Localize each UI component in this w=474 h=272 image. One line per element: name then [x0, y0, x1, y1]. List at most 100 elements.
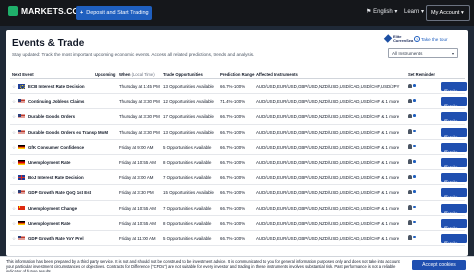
- deposit-button[interactable]: + Deposit and Start Trading: [76, 6, 152, 20]
- language-selector[interactable]: ⚑ English ▾: [366, 8, 397, 15]
- learn-menu[interactable]: Learn ▾: [404, 8, 424, 15]
- details-button[interactable]: ☰Details: [441, 233, 467, 243]
- bell-icon[interactable]: [408, 235, 412, 240]
- col-upcoming[interactable]: Upcoming: [95, 72, 115, 77]
- instruments-filter-select[interactable]: All Instruments ▾: [388, 48, 458, 58]
- col-prediction-range[interactable]: Prediction Range: [220, 72, 254, 77]
- flag-icon: [18, 114, 25, 119]
- star-icon[interactable]: ☆: [12, 99, 16, 105]
- bell-icon[interactable]: [408, 189, 412, 195]
- events-panel: Events & Trade Stay updated: Track the m…: [6, 30, 468, 256]
- reminder-dot-icon: [413, 99, 416, 102]
- opportunities-count: 13 Opportunities Available: [163, 129, 214, 135]
- table-row[interactable]: ☆ GDP Growth Rate YoY Prel Friday at 11:00…: [10, 231, 467, 247]
- details-button[interactable]: ☰Details: [441, 142, 467, 152]
- table-row[interactable]: ☆ BoJ Interest Rate Decision Friday at 3:0…: [10, 170, 467, 186]
- bell-icon[interactable]: [408, 174, 412, 180]
- table-row[interactable]: ☆ ECB Interest Rate Decision Thursday at 1…: [10, 79, 467, 95]
- bell-icon[interactable]: [408, 83, 412, 89]
- event-time: Thursday at 3:30 PM: [119, 129, 160, 135]
- star-icon[interactable]: ☆: [12, 84, 16, 90]
- take-tour-link[interactable]: ? Take the tour: [414, 36, 448, 42]
- prediction-range: 66.7%-100%: [220, 159, 246, 165]
- brand-icon: [383, 34, 393, 43]
- table-row[interactable]: ☆ Durable Goods Orders ex Transp MoM Thurs…: [10, 125, 467, 140]
- prediction-range: 66.7%-100%: [220, 175, 246, 181]
- affected-instruments: AUD/USD,EUR/USD,GBP/USD,NZD/USD,USD/CAD,…: [256, 220, 400, 226]
- prediction-range: 66.7%-100%: [220, 114, 246, 120]
- table-row[interactable]: ☆ Unemployment Rate Friday at 10:55 AM 8 Op…: [10, 155, 467, 171]
- bell-icon[interactable]: [408, 113, 412, 119]
- prediction-range: 66.7%-100%: [220, 205, 246, 211]
- event-time: Thursday at 3:30 PM: [119, 114, 160, 120]
- table-row[interactable]: ☆ Durable Goods Orders Thursday at 3:30 PM…: [10, 109, 467, 125]
- account-label: My Account: [431, 10, 460, 16]
- details-label: Details: [444, 163, 457, 167]
- star-icon[interactable]: ☆: [12, 221, 16, 227]
- table-row[interactable]: ☆ Continuing Jobless Claims Thursday at 3:…: [10, 94, 467, 110]
- star-icon[interactable]: ☆: [12, 130, 16, 136]
- bell-icon[interactable]: [408, 205, 412, 210]
- page-subtitle: Stay updated: Track the most important u…: [12, 52, 255, 57]
- star-icon[interactable]: ☆: [12, 175, 16, 181]
- details-button[interactable]: ☰Details: [441, 188, 467, 198]
- flag-icon: [18, 159, 25, 165]
- col-when-tz: (Local Time): [131, 72, 155, 77]
- details-button[interactable]: ☰Details: [441, 173, 467, 183]
- opportunities-count: 8 Opportunities Available: [163, 220, 212, 226]
- reminder-dot-icon: [413, 114, 416, 117]
- event-name: Unemployment Rate: [28, 220, 71, 226]
- col-when-label: When: [119, 72, 131, 77]
- bell-icon[interactable]: [408, 220, 412, 225]
- opportunities-count: 5 Opportunities Available: [163, 144, 212, 150]
- col-trade-opportunities[interactable]: Trade Opportunities: [163, 72, 203, 77]
- star-icon[interactable]: ☆: [12, 145, 16, 151]
- star-icon[interactable]: ☆: [12, 236, 16, 242]
- accept-cookies-button[interactable]: Accept cookies: [412, 260, 466, 270]
- bell-icon[interactable]: [408, 159, 412, 165]
- event-time: Friday at 3:30 PM: [119, 190, 154, 196]
- event-name: GDP Growth Rate YoY Prel: [28, 235, 84, 241]
- prediction-range: 66.7%-100%: [220, 235, 246, 241]
- table-row[interactable]: ☆ GfK Consumer Confidence Friday at 9:00 A…: [10, 140, 467, 155]
- bell-icon[interactable]: [408, 129, 412, 134]
- col-next-event[interactable]: Next Event: [12, 72, 34, 77]
- bell-icon[interactable]: [408, 98, 412, 104]
- event-name: Continuing Jobless Claims: [28, 99, 85, 105]
- reminder-dot-icon: [413, 159, 416, 163]
- opportunities-count: 7 Opportunities Available: [163, 205, 212, 211]
- table-row[interactable]: ☆ Unemployment Rate Friday at 10:55 AM 8 Op…: [10, 216, 467, 231]
- details-button[interactable]: ☰Details: [441, 127, 467, 137]
- page-title: Events & Trade: [12, 38, 85, 49]
- reminder-dot-icon: [413, 190, 416, 193]
- event-name: Durable Goods Orders ex Transp MoM: [28, 129, 109, 135]
- col-affected-instruments: Affected Instruments: [256, 72, 298, 77]
- table-row[interactable]: ☆ Unemployment Change Friday at 10:55 AM 7 …: [10, 201, 467, 216]
- details-button[interactable]: ☰Details: [441, 157, 467, 167]
- markets-logo[interactable]: MARKETS.COM: [8, 6, 86, 16]
- details-label: Details: [444, 87, 457, 91]
- flag-icon: [18, 220, 25, 226]
- prediction-range: 66.7%-100%: [220, 129, 246, 135]
- table-body: ☆ ECB Interest Rate Decision Thursday at 1…: [10, 79, 467, 247]
- affected-instruments: AUD/USD,EUR/USD,GBP/USD,NZD/USD,USD/CAD,…: [256, 159, 400, 165]
- details-button[interactable]: ☰Details: [441, 218, 467, 228]
- star-icon[interactable]: ☆: [12, 160, 16, 166]
- flag-icon: [18, 190, 25, 195]
- star-icon[interactable]: ☆: [12, 114, 16, 120]
- table-row[interactable]: ☆ GDP Growth Rate QoQ 1st Est Friday at 3:…: [10, 185, 467, 201]
- details-button[interactable]: ☰Details: [441, 112, 467, 122]
- my-account-button[interactable]: My Account ▾: [426, 5, 470, 21]
- details-button[interactable]: ☰Details: [441, 82, 467, 91]
- event-time: Friday at 10:55 AM: [119, 220, 156, 226]
- col-when[interactable]: When (Local Time): [119, 72, 155, 77]
- star-icon[interactable]: ☆: [12, 190, 16, 196]
- opportunities-count: 17 Opportunities Available: [163, 114, 214, 120]
- star-icon[interactable]: ☆: [12, 206, 16, 212]
- flag-icon: [18, 144, 25, 150]
- details-button[interactable]: ☰Details: [441, 97, 467, 107]
- details-button[interactable]: ☰Details: [441, 203, 467, 213]
- bell-icon[interactable]: [408, 144, 412, 149]
- prediction-range: 66.7%-100%: [220, 144, 246, 150]
- prediction-range: 66.7%-100%: [220, 190, 246, 196]
